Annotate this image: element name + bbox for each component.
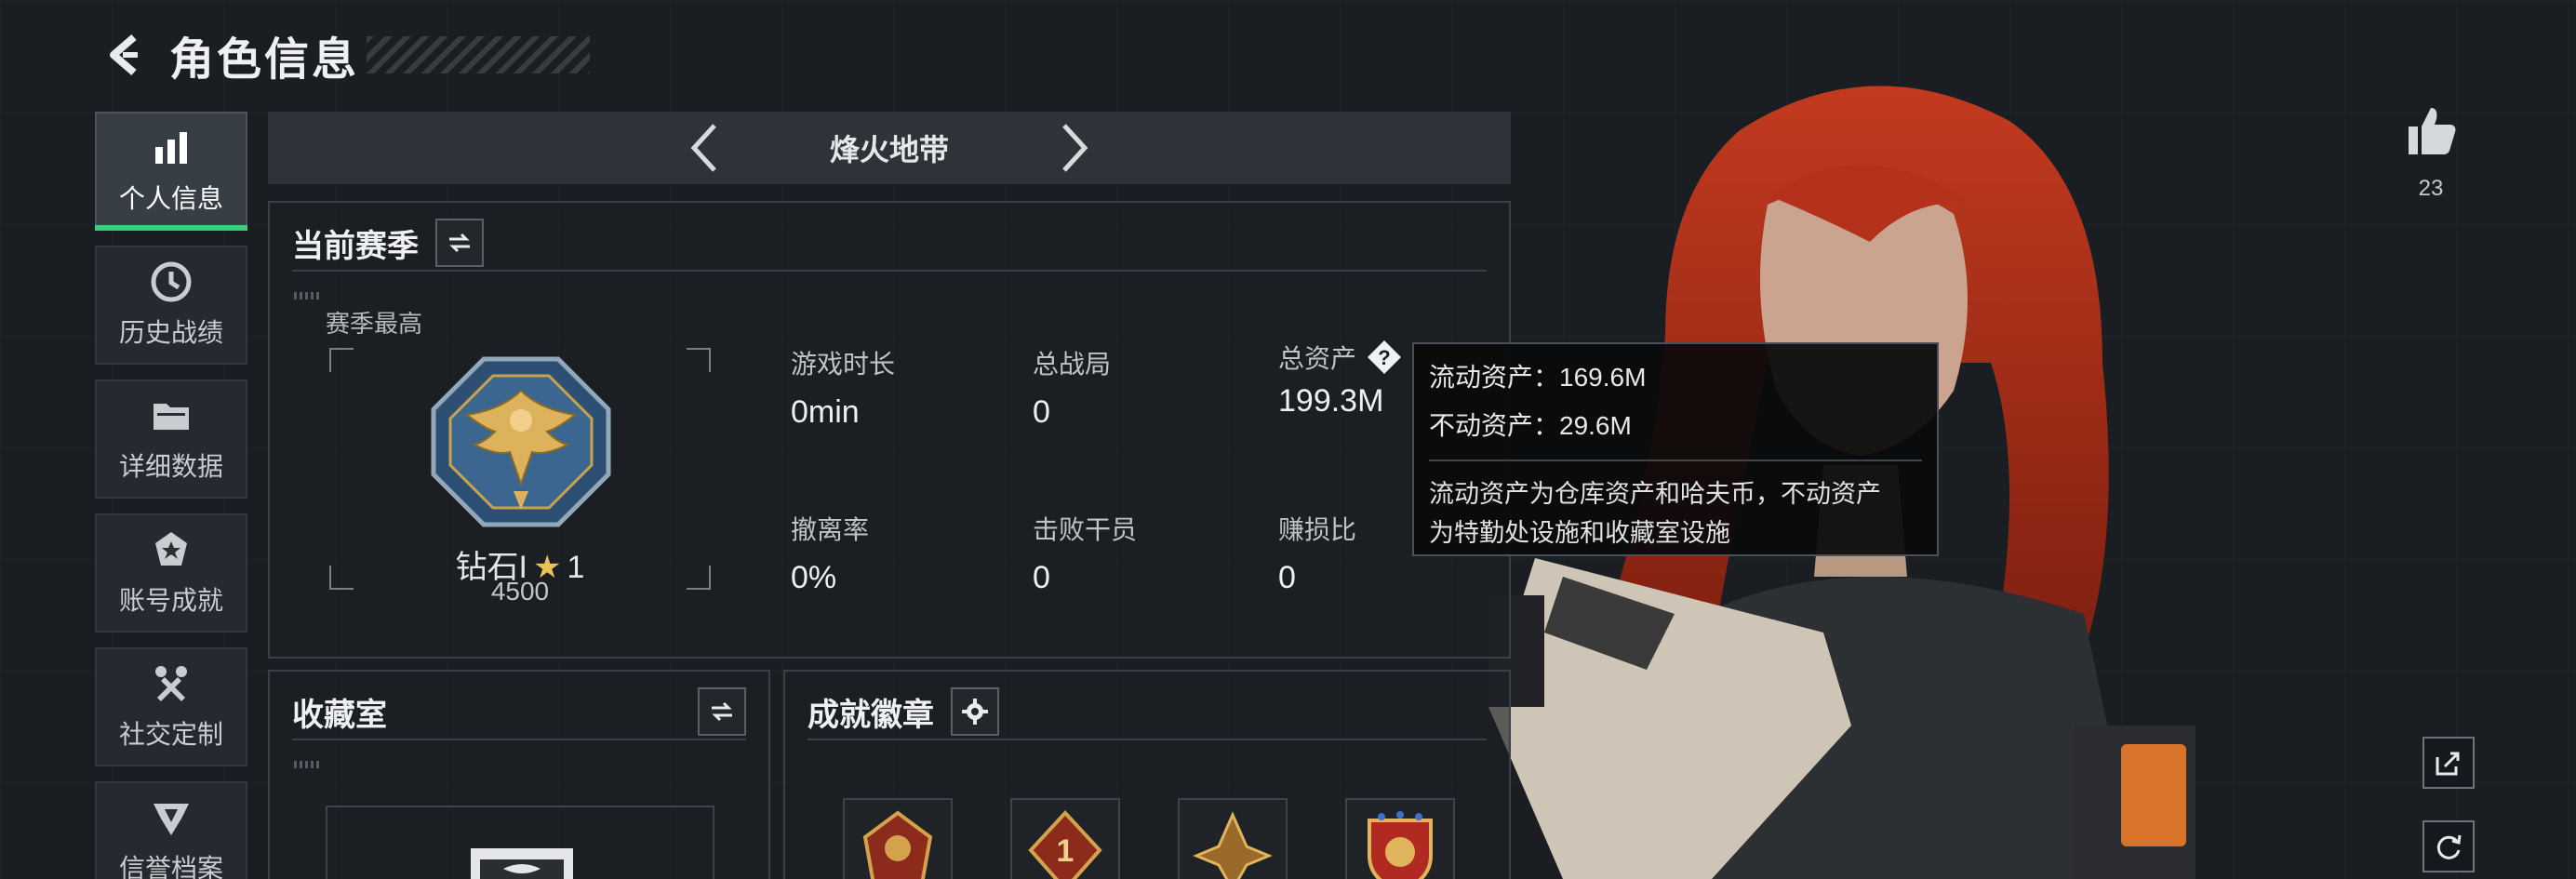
- mode-prev-button[interactable]: [666, 112, 741, 184]
- diamond-rank-emblem-icon: [431, 356, 611, 527]
- sidebar-item-social-custom[interactable]: 社交定制: [95, 647, 247, 766]
- wings-badge-icon: [1193, 811, 1273, 879]
- stat-total-matches: 总战局 0: [1033, 344, 1111, 431]
- chevron-right-icon: [1062, 124, 1088, 172]
- badge-slot[interactable]: 1: [1010, 798, 1120, 879]
- season-panel-header: 当前赛季: [292, 216, 1487, 272]
- sidebar-item-label: 社交定制: [118, 720, 223, 749]
- refresh-icon: [2436, 834, 2462, 859]
- collection-title: 收藏室: [292, 697, 387, 733]
- back-button[interactable]: [93, 22, 158, 87]
- tooltip-description-line: 流动资产为仓库资产和哈夫币，不动资产: [1429, 480, 1881, 508]
- stat-label: 总战局: [1033, 350, 1112, 379]
- badges-panel-header: 成就徽章: [808, 685, 1487, 740]
- page-title: 角色信息: [169, 35, 360, 85]
- chevron-left-icon: [690, 124, 716, 172]
- rank-display: 钻石I ★ 1 4500: [329, 348, 711, 606]
- title-decoration: [367, 36, 591, 73]
- sidebar-item-personal-info[interactable]: 个人信息: [95, 112, 247, 231]
- like-button[interactable]: 23: [2400, 102, 2462, 202]
- sidebar-item-history[interactable]: 历史战绩: [95, 246, 247, 365]
- thumbs-up-icon: [2409, 108, 2456, 154]
- safe-icon: [471, 848, 573, 879]
- sidebar-item-label: 信誉档案: [118, 854, 223, 879]
- stat-label: 击败干员: [1033, 515, 1138, 544]
- season-title: 当前赛季: [292, 228, 419, 264]
- stat-value: 199.3M: [1278, 383, 1384, 419]
- emblem-icon: [153, 804, 189, 835]
- sidebar-item-label: 账号成就: [118, 586, 223, 615]
- sidebar-item-reputation[interactable]: 信誉档案: [95, 781, 247, 879]
- header: 角色信息: [93, 22, 591, 87]
- number-badge-icon: 1: [1028, 810, 1102, 879]
- sidebar-item-label: 个人信息: [118, 184, 223, 213]
- share-button[interactable]: [2423, 737, 2475, 789]
- share-icon: [2436, 752, 2460, 776]
- season-panel: 当前赛季 赛季最高 钻石I ★ 1 4500 游戏时长 0min 总战局 0 总资产: [268, 201, 1511, 659]
- frame-corner: [329, 348, 354, 372]
- like-count: 23: [2418, 176, 2444, 201]
- collection-switch-button[interactable]: [698, 687, 746, 736]
- decoration: [294, 292, 322, 300]
- stat-value: 0%: [791, 560, 837, 595]
- stat-label: 游戏时长: [791, 350, 896, 379]
- tooltip-divider: [1429, 459, 1922, 461]
- badges-settings-button[interactable]: [951, 687, 999, 736]
- skull-badge-icon: [862, 810, 933, 879]
- sidebar-item-label: 详细数据: [118, 452, 223, 481]
- refresh-button[interactable]: [2423, 820, 2475, 872]
- stat-label: 撤离率: [791, 515, 870, 544]
- stat-value: 0min: [791, 394, 860, 430]
- shield-badge-icon: [1368, 811, 1433, 879]
- sidebar-item-label: 历史战绩: [118, 318, 223, 347]
- badges-title: 成就徽章: [808, 697, 934, 733]
- folder-icon: [153, 404, 189, 430]
- badge-slot[interactable]: [843, 798, 953, 879]
- stat-label: 总资产 ?: [1278, 339, 1403, 376]
- season-switch-button[interactable]: [435, 219, 484, 267]
- sidebar-item-achievements[interactable]: 账号成就: [95, 513, 247, 633]
- stat-label: 赚损比: [1278, 515, 1357, 544]
- back-arrow-icon: [110, 33, 138, 76]
- season-best-label: 赛季最高: [326, 310, 423, 338]
- mode-switcher: 烽火地带: [268, 112, 1511, 184]
- clock-icon: [151, 261, 192, 302]
- swap-icon: [712, 701, 732, 722]
- tooltip-liquid-assets: 流动资产：169.6M: [1429, 363, 1647, 392]
- stat-label-text: 总资产: [1278, 344, 1357, 373]
- stat-profit-ratio: 赚损比 0: [1278, 510, 1356, 596]
- stat-value: 0: [1033, 560, 1050, 595]
- mode-title: 烽火地带: [829, 133, 949, 166]
- decoration: [294, 761, 322, 768]
- medal-icon: [155, 532, 187, 566]
- frame-corner: [687, 348, 711, 372]
- swap-icon: [449, 233, 470, 253]
- stat-extract-rate: 撤离率 0%: [791, 510, 869, 596]
- tooltip-fixed-assets: 不动资产：29.6M: [1429, 411, 1632, 440]
- svg-text:?: ?: [1378, 346, 1390, 369]
- help-icon[interactable]: ?: [1366, 339, 1403, 376]
- stat-value: 0: [1278, 560, 1296, 595]
- mode-next-button[interactable]: [1038, 112, 1113, 184]
- rank-score: 4500: [490, 577, 550, 606]
- stat-total-assets: 总资产 ? 199.3M: [1278, 339, 1403, 420]
- tooltip-description-line: 为特勤处设施和收藏室设施: [1429, 519, 1730, 547]
- collection-slot[interactable]: [326, 806, 714, 879]
- sidebar: 个人信息 历史战绩 详细数据 账号成就 社交定制 信誉档案: [95, 112, 247, 879]
- gear-icon: [962, 699, 988, 725]
- badge-slot[interactable]: [1345, 798, 1455, 879]
- badge-number: 1: [1057, 833, 1074, 869]
- stat-kills: 击败干员 0: [1033, 510, 1137, 596]
- stat-play-time: 游戏时长 0min: [791, 344, 895, 431]
- collection-panel-header: 收藏室: [292, 685, 746, 740]
- assets-tooltip: 流动资产：169.6M 不动资产：29.6M 流动资产为仓库资产和哈夫币，不动资…: [1412, 342, 1939, 556]
- badge-slot[interactable]: [1178, 798, 1288, 879]
- tools-icon: [155, 666, 187, 701]
- bar-chart-icon: [155, 132, 187, 164]
- sidebar-item-detailed-data[interactable]: 详细数据: [95, 380, 247, 499]
- stat-value: 0: [1033, 394, 1050, 430]
